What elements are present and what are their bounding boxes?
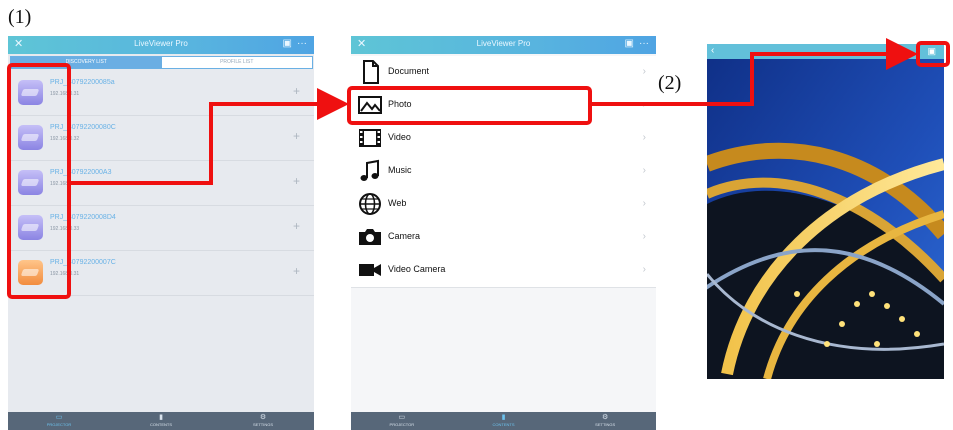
tab-profile-list[interactable]: PROFILE LIST xyxy=(162,57,313,68)
item-label: Music xyxy=(388,165,412,175)
tab-contents[interactable]: ▮ CONTENTS xyxy=(110,412,212,430)
contents-tab-icon: ▮ xyxy=(159,414,163,421)
contents-item-video-camera[interactable]: Video Camera › xyxy=(351,254,656,288)
film-icon xyxy=(359,129,381,147)
globe-icon xyxy=(359,193,381,215)
add-icon[interactable]: + xyxy=(293,84,300,98)
item-label: Video xyxy=(388,132,411,142)
add-icon[interactable]: + xyxy=(293,174,300,188)
gear-icon: ⚙ xyxy=(259,414,267,421)
more-icon[interactable]: ··· xyxy=(297,38,307,50)
add-icon[interactable]: + xyxy=(293,219,300,233)
projector-icon[interactable]: ▣ xyxy=(283,38,292,50)
item-label: Camera xyxy=(388,231,421,241)
video-camera-icon xyxy=(359,264,381,276)
contents-item-document[interactable]: Document › xyxy=(351,56,656,90)
chevron-right-icon: › xyxy=(642,231,646,242)
tab-settings[interactable]: ⚙ SETTINGS xyxy=(554,412,656,430)
tab-projector[interactable]: ▭ PROJECTOR xyxy=(8,412,110,430)
app-header: ✕ LiveViewer Pro ▣ ··· xyxy=(8,36,314,54)
contents-item-camera[interactable]: Camera › xyxy=(351,221,656,255)
bottom-tab-bar: ▭ PROJECTOR ▮ CONTENTS ⚙ SETTINGS xyxy=(351,412,656,430)
document-icon xyxy=(363,60,379,84)
add-icon[interactable]: + xyxy=(293,129,300,143)
step-2-label: (2) xyxy=(658,72,682,94)
projector-button-highlight xyxy=(916,41,950,67)
chevron-right-icon: › xyxy=(642,165,646,176)
item-label: Web xyxy=(388,198,407,208)
item-label: Video Camera xyxy=(388,264,446,274)
photo-row-highlight xyxy=(347,86,592,125)
back-icon[interactable]: ‹ xyxy=(711,45,714,56)
projector-icons-highlight xyxy=(7,63,71,299)
camera-icon xyxy=(359,229,381,245)
contents-tab-icon: ▮ xyxy=(501,414,506,421)
projector-tab-icon: ▭ xyxy=(398,414,406,421)
projector-icon[interactable]: ▣ xyxy=(625,38,634,50)
app-title: LiveViewer Pro xyxy=(476,39,531,48)
chevron-right-icon: › xyxy=(642,198,646,209)
chevron-right-icon: › xyxy=(642,66,646,77)
bottom-tab-bar: ▭ PROJECTOR ▮ CONTENTS ⚙ SETTINGS xyxy=(8,412,314,430)
contents-item-web[interactable]: Web › xyxy=(351,188,656,222)
app-header: ✕ LiveViewer Pro ▣ ··· xyxy=(351,36,656,54)
item-label: Document xyxy=(388,66,430,76)
tab-contents[interactable]: ▮ CONTENTS xyxy=(453,412,555,430)
contents-item-video[interactable]: Video › xyxy=(351,122,656,156)
gear-icon: ⚙ xyxy=(602,414,609,421)
contents-item-music[interactable]: Music › xyxy=(351,155,656,189)
photo-image xyxy=(707,44,944,379)
photo-viewer-screen: ‹ ▣ xyxy=(707,44,944,379)
add-icon[interactable]: + xyxy=(293,264,300,278)
step-1-label: (1) xyxy=(8,6,32,28)
chevron-right-icon: › xyxy=(642,264,646,275)
chevron-right-icon: › xyxy=(642,99,646,110)
app-title: LiveViewer Pro xyxy=(134,39,188,48)
viewer-header: ‹ ▣ xyxy=(707,44,944,59)
chevron-right-icon: › xyxy=(642,132,646,143)
more-icon[interactable]: ··· xyxy=(639,38,649,50)
projector-tab-icon: ▭ xyxy=(55,414,63,421)
tab-settings[interactable]: ⚙ SETTINGS xyxy=(212,412,314,430)
music-note-icon xyxy=(360,159,379,181)
tab-projector[interactable]: ▭ PROJECTOR xyxy=(351,412,453,430)
